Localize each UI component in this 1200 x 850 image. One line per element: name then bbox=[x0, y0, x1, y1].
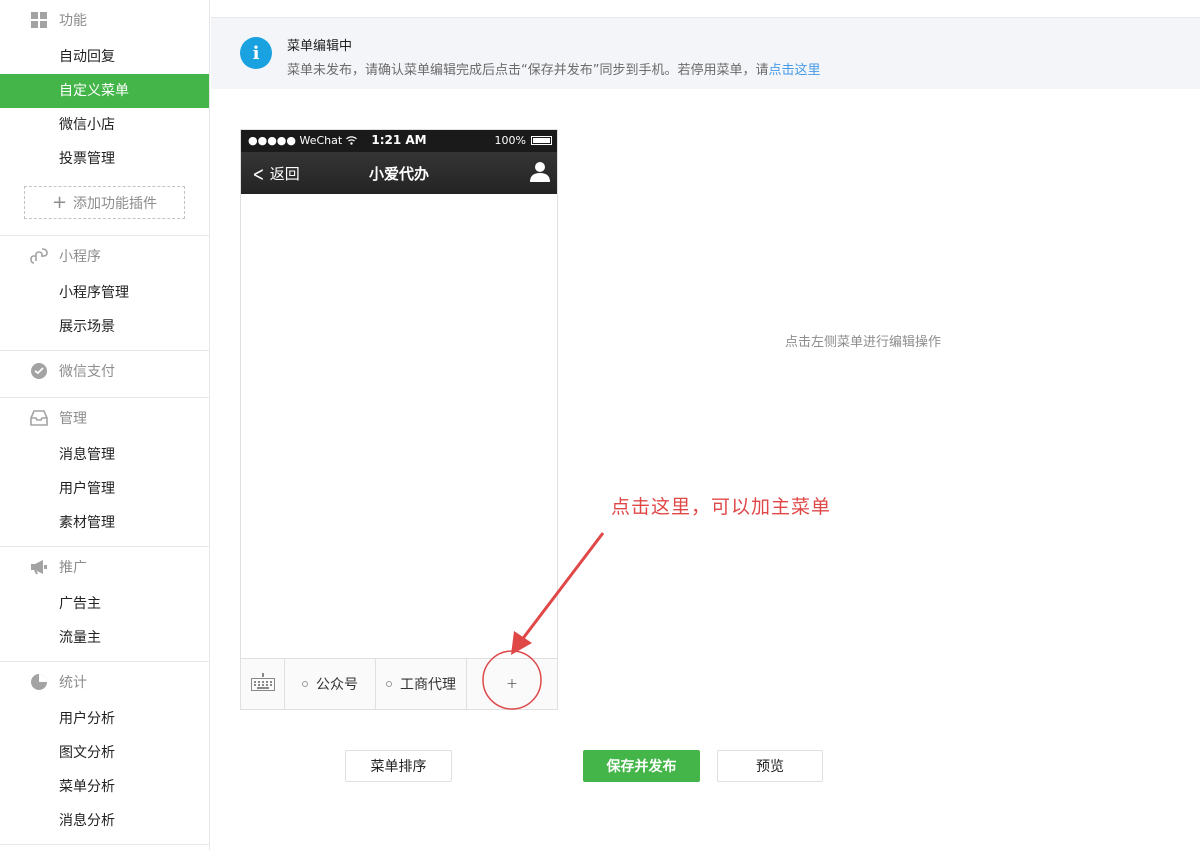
disable-menu-link[interactable]: 点击这里 bbox=[768, 63, 820, 78]
sidebar-item[interactable]: 菜单分析 bbox=[0, 770, 209, 804]
chat-navbar: < 返回 小爱代办 bbox=[241, 152, 557, 194]
sidebar-section-header: 功能 bbox=[0, 0, 209, 40]
user-icon[interactable] bbox=[530, 161, 550, 187]
sidebar-section-header: 统计 bbox=[0, 662, 209, 702]
sidebar-section: 管理消息管理 用户管理 素材管理 bbox=[0, 398, 209, 547]
custom-menu-bar: 公众号 工商代理 + bbox=[241, 658, 557, 709]
battery-icon bbox=[531, 136, 552, 145]
sidebar-section-title: 小程序 bbox=[59, 249, 101, 265]
sidebar-item[interactable]: 素材管理 bbox=[0, 506, 209, 540]
sidebar-item[interactable]: 微信小店 bbox=[0, 108, 209, 142]
notice-title: 菜单编辑中 bbox=[287, 39, 353, 54]
plus-icon: + bbox=[506, 676, 518, 692]
menu-item-1[interactable]: 工商代理 bbox=[376, 659, 467, 709]
link-icon bbox=[30, 247, 48, 265]
menu-dot-icon bbox=[302, 681, 308, 687]
sidebar-item[interactable]: 消息管理 bbox=[0, 438, 209, 472]
sidebar-item[interactable]: 用户分析 bbox=[0, 702, 209, 736]
sidebar-section-title: 功能 bbox=[59, 13, 87, 29]
notice-desc-text: 菜单未发布，请确认菜单编辑完成后点击“保存并发布”同步到手机。若停用菜单，请 bbox=[287, 63, 769, 78]
sidebar-section-title: 管理 bbox=[59, 411, 87, 427]
add-plugin-button[interactable]: + 添加功能插件 bbox=[24, 186, 185, 219]
preview-button[interactable]: 预览 bbox=[717, 750, 823, 782]
sidebar-section-header: 管理 bbox=[0, 398, 209, 438]
menu-item-label: 工商代理 bbox=[400, 677, 456, 693]
info-icon: i bbox=[240, 37, 272, 69]
menu-dot-icon bbox=[386, 681, 392, 687]
sidebar-item[interactable]: 流量主 bbox=[0, 621, 209, 655]
annotation-text: 点击这里，可以加主菜单 bbox=[611, 496, 832, 518]
sidebar-item[interactable]: 小程序管理 bbox=[0, 276, 209, 310]
sidebar-item[interactable]: 自动回复 bbox=[0, 40, 209, 74]
battery-label: 100% bbox=[494, 134, 526, 147]
save-publish-button[interactable]: 保存并发布 bbox=[583, 750, 700, 782]
megaphone-icon bbox=[30, 558, 48, 576]
sidebar-section: 微信支付 bbox=[0, 351, 209, 398]
page: { "sidebar": { "sections": [ { "title": … bbox=[0, 0, 1200, 850]
sidebar-section-header[interactable]: 微信支付 bbox=[0, 351, 209, 391]
sidebar-item[interactable]: 展示场景 bbox=[0, 310, 209, 344]
sidebar-item[interactable]: 消息分析 bbox=[0, 804, 209, 838]
menu-item-label: 公众号 bbox=[316, 677, 358, 693]
sidebar-section-title: 微信支付 bbox=[59, 364, 115, 380]
sidebar-section: 功能自动回复 自定义菜单 微信小店 投票管理 + 添加功能插件 bbox=[0, 0, 209, 236]
inbox-icon bbox=[30, 409, 48, 427]
sidebar-item[interactable]: 广告主 bbox=[0, 587, 209, 621]
sidebar-section-header: 小程序 bbox=[0, 236, 209, 276]
status-bar: ●●●●● WeChat 1:21 AM 100% bbox=[241, 130, 557, 152]
pay-icon bbox=[30, 362, 48, 380]
notice-banner: i 菜单编辑中 菜单未发布，请确认菜单编辑完成后点击“保存并发布”同步到手机。若… bbox=[211, 17, 1200, 89]
sidebar-section-title: 统计 bbox=[59, 675, 87, 691]
menu-sort-button[interactable]: 菜单排序 bbox=[345, 750, 452, 782]
sidebar-section-title: 推广 bbox=[59, 560, 87, 576]
sidebar-section: 推广广告主 流量主 bbox=[0, 547, 209, 662]
phone-preview: ●●●●● WeChat 1:21 AM 100% < 返回 小爱代办 公众号 工… bbox=[240, 129, 558, 710]
sidebar-item[interactable]: 图文分析 bbox=[0, 736, 209, 770]
sidebar-item[interactable]: 用户管理 bbox=[0, 472, 209, 506]
keyboard-icon bbox=[250, 673, 275, 695]
account-title: 小爱代办 bbox=[368, 165, 429, 183]
pie-icon bbox=[30, 673, 48, 691]
sidebar-section: 统计用户分析 图文分析 菜单分析 消息分析 bbox=[0, 662, 209, 845]
sidebar-item[interactable]: 投票管理 bbox=[0, 142, 209, 176]
keyboard-toggle[interactable] bbox=[241, 659, 285, 709]
add-menu-button[interactable]: + bbox=[467, 659, 557, 709]
sidebar-section-header: 推广 bbox=[0, 547, 209, 587]
battery-status: 100% bbox=[495, 134, 552, 147]
editor-hint: 点击左侧菜单进行编辑操作 bbox=[785, 335, 942, 350]
sidebar: 功能 自动回复 自定义菜单 微信小店 投票管理 + 添加功能插件 小程序 小程序管理 展示场景 微信… bbox=[0, 0, 210, 850]
grid-icon bbox=[30, 11, 48, 29]
sidebar-item[interactable]: 自定义菜单 bbox=[0, 74, 209, 108]
notice-desc: 菜单未发布，请确认菜单编辑完成后点击“保存并发布”同步到手机。若停用菜单，请点击… bbox=[287, 59, 821, 78]
sidebar-section: 小程序小程序管理 展示场景 bbox=[0, 236, 209, 351]
add-plugin-label: 添加功能插件 bbox=[73, 195, 158, 212]
plus-icon: + bbox=[51, 191, 68, 213]
menu-item-0[interactable]: 公众号 bbox=[285, 659, 376, 709]
